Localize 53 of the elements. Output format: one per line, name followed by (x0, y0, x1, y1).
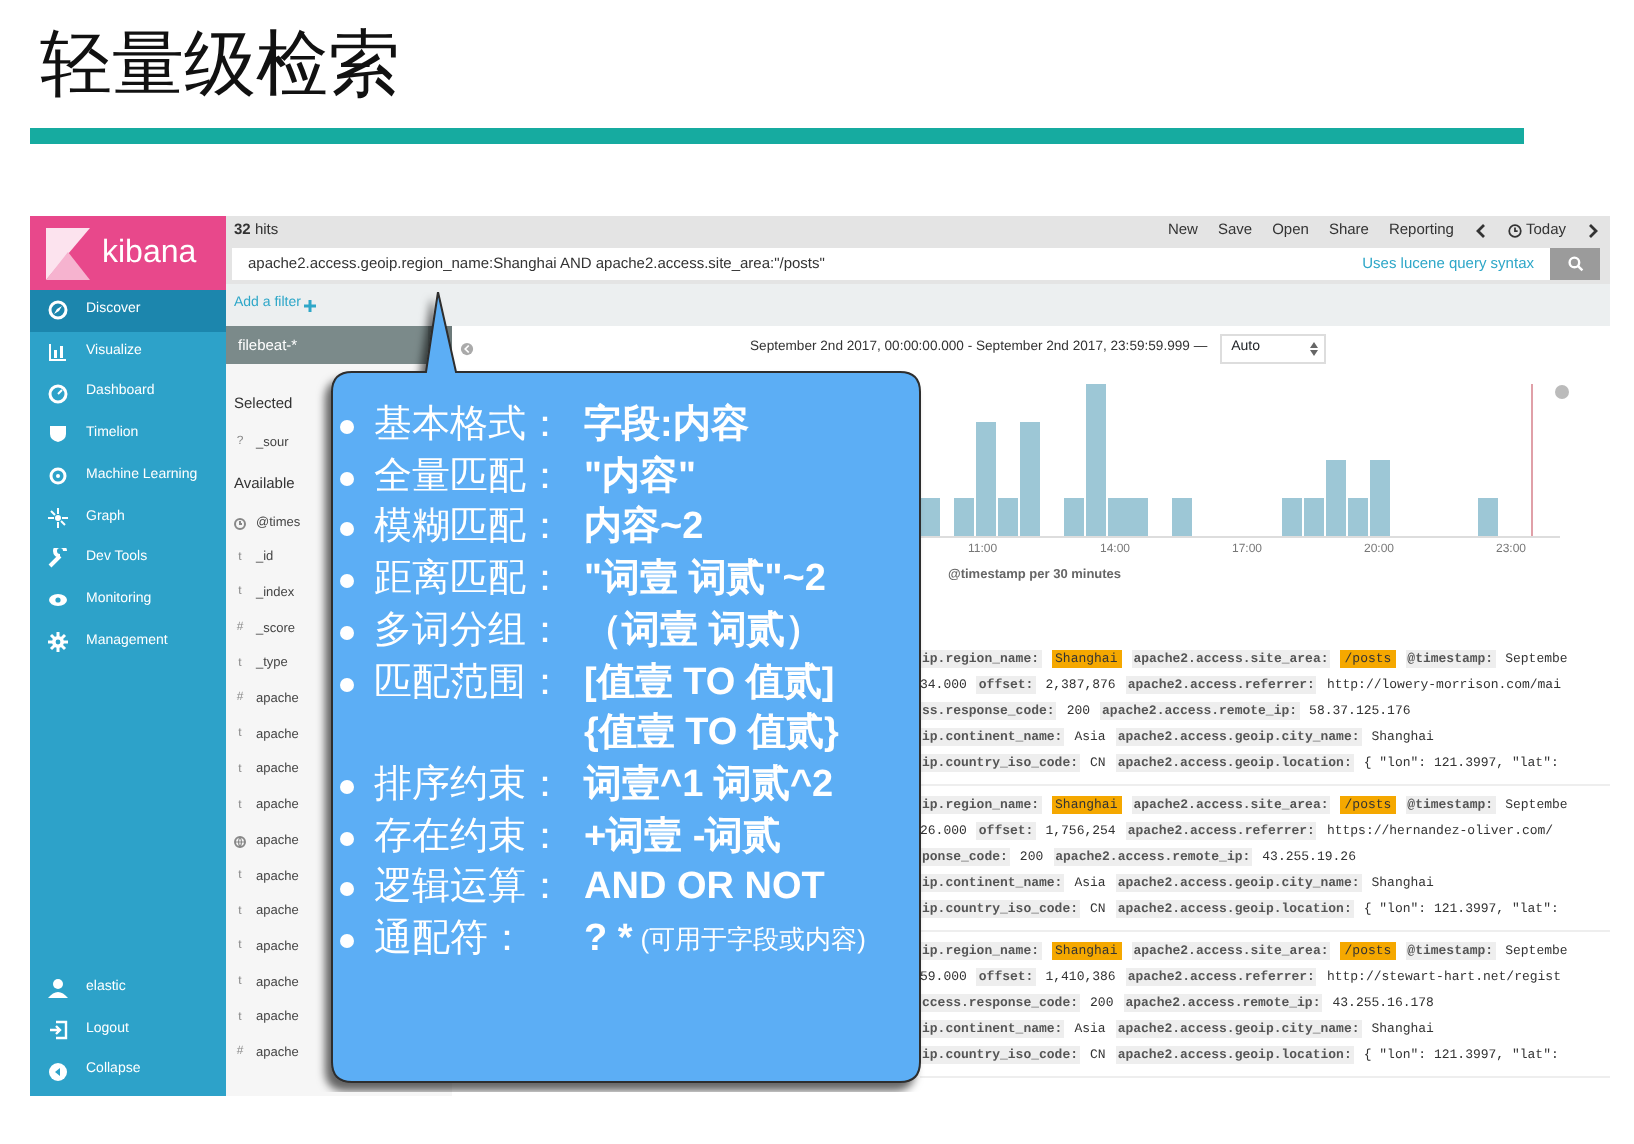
histogram-bar (1282, 498, 1302, 536)
query-syntax: AND OR NOT (584, 864, 825, 913)
query-label: 全量匹配： (374, 453, 566, 502)
logout-icon (48, 1019, 68, 1040)
clock-icon (234, 517, 246, 530)
query-syntax: "内容" (584, 453, 697, 502)
query-label: 逻辑运算： (374, 864, 566, 913)
gear-icon (48, 466, 68, 487)
eye-icon (48, 590, 68, 611)
bar-chart-icon (48, 342, 68, 363)
search-icon (1567, 256, 1583, 272)
histogram-bar (1478, 498, 1498, 536)
globe-icon (234, 835, 246, 848)
query-label: 匹配范围： (374, 659, 566, 708)
shield-icon (48, 424, 68, 445)
user-icon (48, 978, 68, 999)
chevron-right-icon[interactable] (1588, 223, 1598, 237)
chevron-left-icon[interactable] (1475, 223, 1486, 237)
query-note: (可用于字段或内容) (640, 922, 866, 959)
query-syntax: [值壹 TO 值贰] (584, 659, 835, 708)
slide-title: 轻量级检索 (38, 20, 402, 108)
collapse-icon[interactable] (460, 342, 474, 356)
query-syntax: +词壹 -词贰 (584, 813, 782, 862)
histogram-bar (1128, 498, 1148, 536)
compass-icon (48, 300, 68, 321)
query-syntax: {值壹 TO 值贰} (584, 710, 839, 759)
query-label: 多词分组： (374, 607, 566, 656)
query-syntax: 字段:内容 (584, 401, 749, 450)
query-syntax: （词壹 词贰） (584, 607, 823, 656)
query-syntax: 内容~2 (584, 503, 704, 553)
logo-icon (46, 227, 90, 279)
query-label: 排序约束： (374, 761, 566, 810)
query-label: 模糊匹配： (374, 504, 566, 553)
plus-icon (304, 299, 317, 311)
query-syntax: "词壹 词贰"~2 (584, 556, 826, 605)
query-syntax: 词壹^1 词贰^2 (584, 761, 834, 810)
options-icon[interactable] (1555, 385, 1569, 399)
gauge-icon (48, 383, 68, 404)
sort-icon (1309, 342, 1318, 356)
histogram-bar (920, 498, 940, 536)
query-syntax: ? * (584, 916, 633, 965)
clock-icon (1507, 223, 1522, 237)
query-label: 存在约束： (374, 813, 566, 862)
query-label: 距离匹配： (374, 556, 566, 605)
wrench-icon (48, 548, 68, 569)
query-label: 基本格式： (374, 402, 566, 450)
settings-icon (48, 631, 68, 652)
logo: kibana (30, 216, 226, 290)
collapse-icon (48, 1061, 68, 1082)
network-icon (48, 507, 68, 528)
search-button[interactable] (1550, 248, 1600, 280)
histogram-bar (1172, 498, 1192, 536)
query-label: 通配符： (374, 916, 528, 965)
